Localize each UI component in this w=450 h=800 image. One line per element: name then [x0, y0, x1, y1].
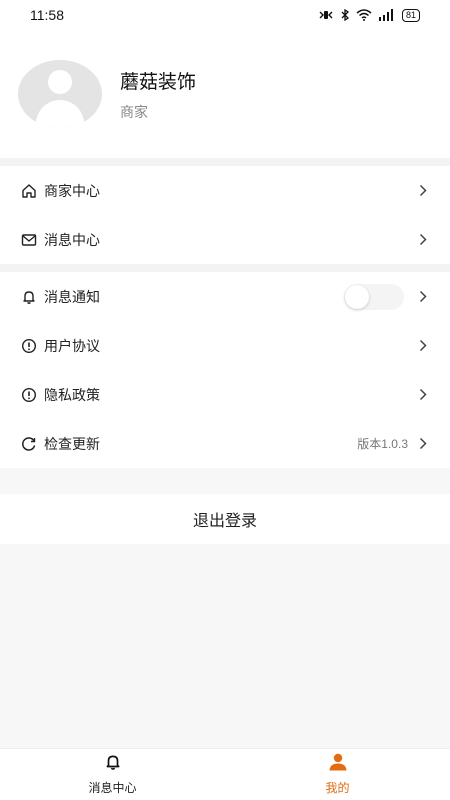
bell-icon — [104, 753, 122, 775]
info-icon — [20, 337, 38, 355]
chevron-right-icon — [416, 233, 430, 247]
bell-icon — [20, 288, 38, 306]
battery-indicator: 81 — [401, 8, 420, 22]
menu-item-label: 检查更新 — [44, 436, 100, 453]
home-icon — [20, 182, 38, 200]
status-icons: 81 — [318, 8, 420, 22]
tab-label: 我的 — [325, 781, 350, 795]
menu-item-notifications[interactable]: 消息通知 — [0, 272, 450, 321]
refresh-icon — [20, 435, 38, 453]
menu-item-label: 消息中心 — [44, 232, 100, 249]
user-icon — [328, 753, 348, 775]
menu-item-check-update[interactable]: 检查更新 版本1.0.3 — [0, 419, 450, 468]
profile-role: 商家 — [120, 104, 148, 121]
signal-icon — [378, 9, 393, 21]
status-time: 11:58 — [30, 7, 64, 23]
bottom-tab-bar: 消息中心 我的 — [0, 748, 450, 800]
notification-toggle[interactable] — [344, 283, 404, 310]
menu-item-label: 商家中心 — [44, 183, 100, 200]
tab-messages[interactable]: 消息中心 — [0, 749, 225, 800]
profile-header[interactable]: 蘑菇装饰 商家 — [0, 30, 450, 158]
menu-item-user-agreement[interactable]: 用户协议 — [0, 321, 450, 370]
info-icon — [20, 386, 38, 404]
status-bar: 11:58 81 — [0, 0, 450, 30]
menu-item-label: 用户协议 — [44, 338, 100, 355]
chevron-right-icon — [416, 184, 430, 198]
avatar[interactable] — [18, 60, 102, 128]
tab-mine[interactable]: 我的 — [225, 749, 450, 800]
menu-item-message-center[interactable]: 消息中心 — [0, 215, 450, 264]
vibrate-icon — [319, 11, 333, 19]
version-text: 版本1.0.3 — [357, 437, 408, 451]
logout-button[interactable]: 退出登录 — [0, 494, 450, 544]
chevron-right-icon — [416, 290, 430, 304]
wifi-icon — [356, 9, 372, 21]
mail-icon — [20, 231, 38, 249]
chevron-right-icon — [416, 339, 430, 353]
menu-item-merchant-center[interactable]: 商家中心 — [0, 166, 450, 215]
menu-group-2: 消息通知 用户协议 隐私政策 检查更新 版本1.0.3 — [0, 272, 450, 468]
chevron-right-icon — [416, 437, 430, 451]
tab-label: 消息中心 — [88, 781, 137, 795]
menu-item-label: 消息通知 — [44, 289, 100, 306]
menu-item-label: 隐私政策 — [44, 387, 100, 404]
menu-group-1: 商家中心 消息中心 — [0, 166, 450, 264]
chevron-right-icon — [416, 388, 430, 402]
menu-item-privacy-policy[interactable]: 隐私政策 — [0, 370, 450, 419]
bluetooth-icon — [341, 9, 350, 21]
profile-name: 蘑菇装饰 — [120, 70, 197, 93]
